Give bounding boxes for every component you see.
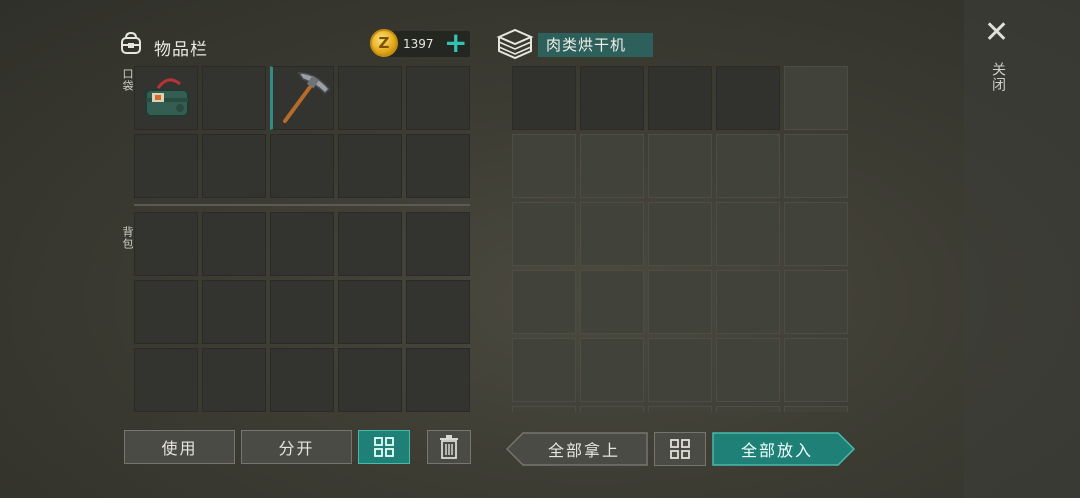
take-all-button[interactable]: 全部拿上: [506, 432, 648, 466]
machine-slot[interactable]: [512, 202, 576, 266]
pocket-slot[interactable]: [270, 66, 334, 130]
machine-slot[interactable]: [580, 66, 644, 130]
machine-slot[interactable]: [648, 338, 712, 402]
pocket-grid: [134, 66, 470, 198]
put-all-button[interactable]: 全部放入: [712, 432, 856, 466]
take-all-label: 全部拿上: [547, 441, 620, 460]
machine-slot[interactable]: [716, 270, 780, 334]
machine-slot[interactable]: [512, 66, 576, 130]
backpack-slot[interactable]: [270, 280, 334, 344]
grid-sort-icon: [670, 439, 690, 459]
machine-slot[interactable]: [512, 134, 576, 198]
add-currency-button[interactable]: +: [444, 29, 467, 57]
coin-icon: Z: [370, 29, 398, 57]
backpack-slot[interactable]: [338, 348, 402, 412]
machine-slot[interactable]: [648, 66, 712, 130]
backpack-slot[interactable]: [338, 280, 402, 344]
machine-slot[interactable]: [512, 270, 576, 334]
machine-slot[interactable]: [716, 134, 780, 198]
machine-slot[interactable]: [512, 338, 576, 402]
use-button[interactable]: 使用: [124, 430, 235, 464]
pocket-slot[interactable]: [406, 134, 470, 198]
pocket-slot[interactable]: [134, 66, 198, 130]
pocket-label: 口袋: [121, 68, 134, 92]
backpack-slot[interactable]: [134, 280, 198, 344]
backpack-slot[interactable]: [202, 348, 266, 412]
close-label[interactable]: 关闭: [988, 62, 1008, 92]
pocket-slot[interactable]: [134, 134, 198, 198]
machine-slot[interactable]: [648, 202, 712, 266]
backpack-slot[interactable]: [134, 212, 198, 276]
backpack-slot[interactable]: [338, 212, 402, 276]
inventory-title: 物品栏: [154, 40, 208, 60]
machine-slot[interactable]: [580, 270, 644, 334]
pocket-slot[interactable]: [338, 134, 402, 198]
machine-grid-viewport[interactable]: [512, 66, 848, 412]
machine-slot[interactable]: [512, 406, 576, 412]
machine-slot[interactable]: [580, 338, 644, 402]
machine-slot[interactable]: [784, 270, 848, 334]
green-supply-bag-icon: [145, 78, 189, 117]
backpack-slot[interactable]: [134, 348, 198, 412]
machine-grid: [512, 66, 848, 412]
pocket-slot[interactable]: [338, 66, 402, 130]
sort-machine-button[interactable]: [654, 432, 706, 466]
grid-sort-icon: [374, 437, 394, 457]
backpack-icon: [118, 30, 144, 60]
backpack-slot[interactable]: [202, 280, 266, 344]
machine-slot[interactable]: [784, 134, 848, 198]
machine-slot[interactable]: [716, 66, 780, 130]
put-all-label: 全部放入: [740, 441, 813, 460]
pocket-slot[interactable]: [202, 66, 266, 130]
coin-symbol: Z: [378, 34, 390, 52]
backpack-grid: [134, 212, 470, 412]
backpack-label: 背包: [121, 226, 134, 250]
backpack-slot[interactable]: [270, 348, 334, 412]
backpack-slot[interactable]: [406, 348, 470, 412]
section-divider: [134, 204, 470, 206]
machine-slot[interactable]: [784, 338, 848, 402]
machine-slot[interactable]: [784, 66, 848, 130]
pocket-slot[interactable]: [202, 134, 266, 198]
machine-name: 肉类烘干机: [538, 33, 653, 57]
backpack-slot[interactable]: [270, 212, 334, 276]
machine-slot[interactable]: [580, 202, 644, 266]
backpack-slot[interactable]: [406, 280, 470, 344]
machine-slot[interactable]: [784, 406, 848, 412]
machine-slot[interactable]: [784, 202, 848, 266]
machine-slot[interactable]: [648, 406, 712, 412]
side-panel: [964, 0, 1080, 498]
pocket-slot[interactable]: [270, 134, 334, 198]
machine-slot[interactable]: [580, 406, 644, 412]
machine-slot[interactable]: [716, 406, 780, 412]
split-button[interactable]: 分开: [241, 430, 352, 464]
pocket-slot[interactable]: [406, 66, 470, 130]
pickaxe-icon: [283, 72, 331, 123]
machine-slot[interactable]: [648, 134, 712, 198]
machine-slot[interactable]: [580, 134, 644, 198]
sort-inventory-button[interactable]: [358, 430, 410, 464]
machine-icon: [496, 27, 534, 65]
machine-slot[interactable]: [716, 338, 780, 402]
trash-button[interactable]: [427, 430, 471, 464]
machine-slot[interactable]: [648, 270, 712, 334]
machine-slot[interactable]: [716, 202, 780, 266]
trash-icon: [440, 435, 458, 459]
currency-amount: 1397: [403, 37, 434, 51]
backpack-slot[interactable]: [202, 212, 266, 276]
close-icon[interactable]: ✕: [984, 18, 1009, 48]
backpack-slot[interactable]: [406, 212, 470, 276]
